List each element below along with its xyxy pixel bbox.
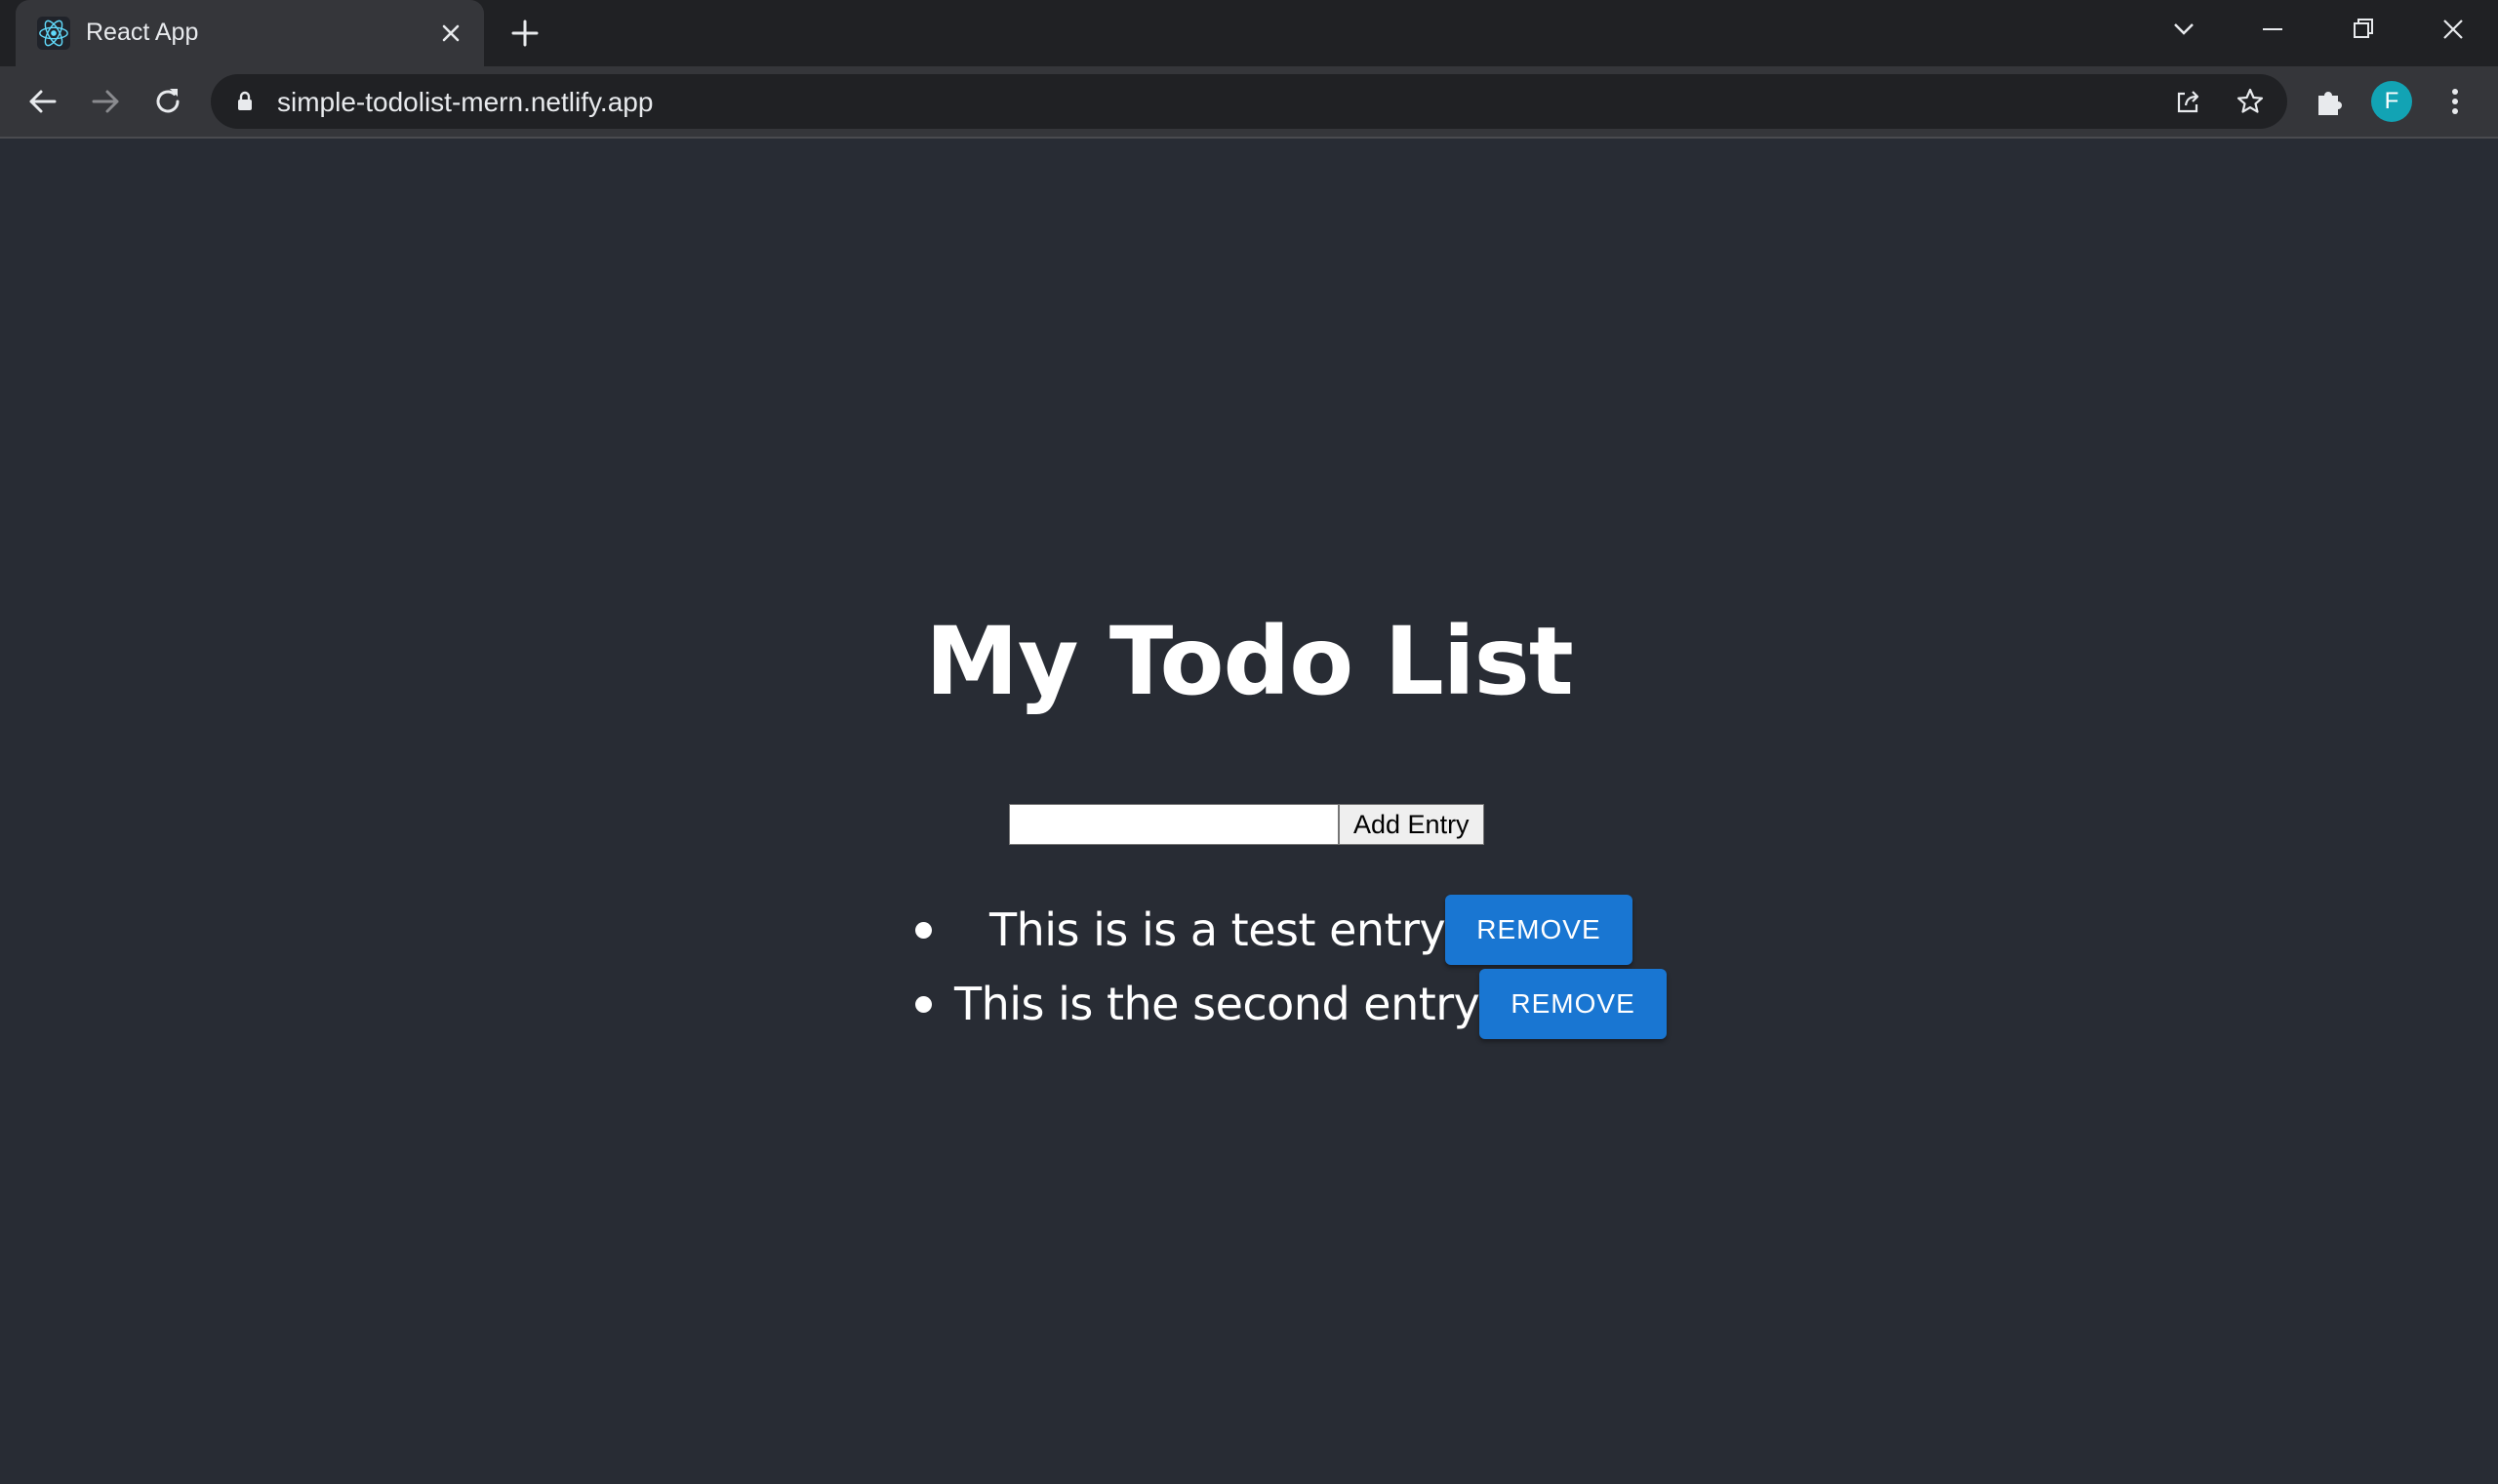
forward-arrow-icon[interactable] [84,80,127,123]
close-window-icon[interactable] [2430,10,2477,49]
back-arrow-icon[interactable] [21,80,64,123]
bullet-icon [915,996,932,1013]
kebab-menu-icon[interactable] [2436,82,2475,121]
restore-icon[interactable] [2339,10,2386,49]
add-entry-button[interactable]: Add Entry [1339,804,1484,845]
remove-button[interactable]: REMOVE [1445,895,1632,965]
add-entry-form: Add Entry [1009,804,1484,845]
browser-toolbar: simple-todolist-mern.netlify.app F [0,66,2498,139]
list-item: This is is a test entry REMOVE [915,895,1632,965]
puzzle-icon[interactable] [2311,82,2350,121]
list-item: This is the second entry REMOVE [915,969,1667,1039]
todo-text: This is the second entry [954,978,1480,1030]
lock-icon[interactable] [232,89,258,114]
minimize-icon[interactable] [2249,10,2296,49]
star-icon[interactable] [2235,86,2266,117]
tab-title: React App [86,19,199,46]
new-tab-plus-icon[interactable] [507,16,543,51]
profile-avatar[interactable]: F [2371,81,2412,122]
url-text[interactable]: simple-todolist-mern.netlify.app [277,87,653,118]
tab-search-chevron-down-icon[interactable] [2160,10,2207,49]
browser-tabstrip: React App [0,0,2498,66]
close-tab-icon[interactable] [435,18,466,49]
address-bar[interactable]: simple-todolist-mern.netlify.app [211,74,2287,129]
page-title: My Todo List [925,607,1573,716]
browser-tab[interactable]: React App [16,0,484,66]
todo-text: This is is a test entry [989,903,1446,956]
remove-button[interactable]: REMOVE [1479,969,1667,1039]
react-logo-icon [37,17,70,50]
todo-input[interactable] [1009,804,1339,845]
page-viewport: My Todo List Add Entry This is is a test… [0,139,2498,1484]
reload-icon[interactable] [146,80,189,123]
bullet-icon [915,922,932,939]
share-icon[interactable] [2172,86,2203,117]
